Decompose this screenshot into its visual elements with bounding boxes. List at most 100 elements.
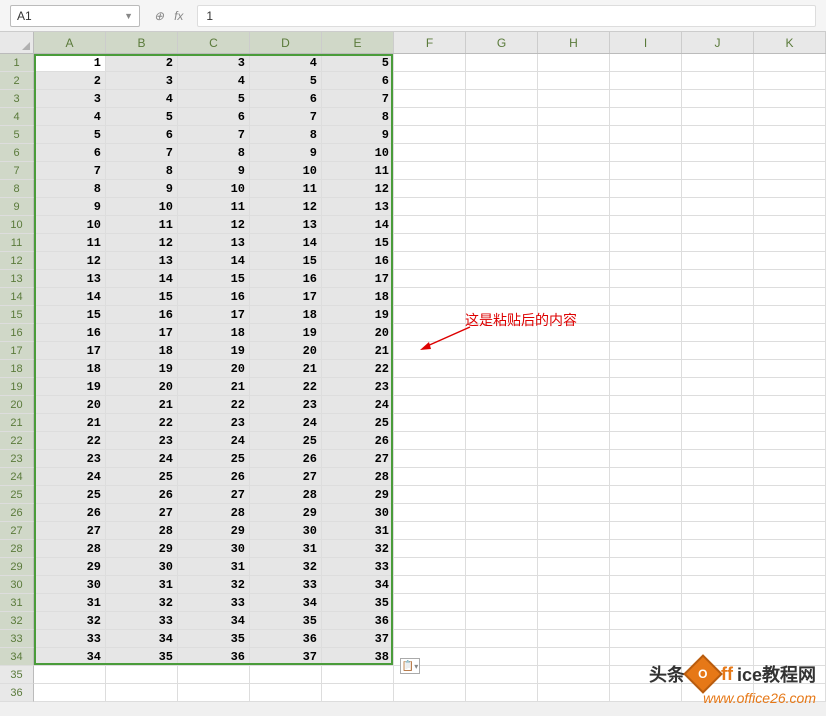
cell[interactable]: 6 <box>34 144 106 162</box>
cell[interactable] <box>682 450 754 468</box>
cell[interactable]: 21 <box>178 378 250 396</box>
cell[interactable] <box>466 270 538 288</box>
cell[interactable] <box>394 540 466 558</box>
cell[interactable] <box>682 90 754 108</box>
cell[interactable] <box>610 432 682 450</box>
cell[interactable] <box>538 252 610 270</box>
cell[interactable]: 36 <box>250 630 322 648</box>
cell[interactable]: 17 <box>250 288 322 306</box>
cell[interactable]: 30 <box>178 540 250 558</box>
cell[interactable] <box>610 234 682 252</box>
cell[interactable]: 12 <box>250 198 322 216</box>
cell[interactable]: 10 <box>178 180 250 198</box>
cell[interactable] <box>754 216 826 234</box>
cell[interactable]: 38 <box>322 648 394 666</box>
row-header[interactable]: 10 <box>0 216 34 234</box>
cell[interactable]: 33 <box>34 630 106 648</box>
cell[interactable] <box>682 396 754 414</box>
cell[interactable]: 3 <box>34 90 106 108</box>
cell[interactable] <box>610 144 682 162</box>
cell[interactable] <box>754 378 826 396</box>
cell[interactable] <box>754 594 826 612</box>
cell[interactable]: 13 <box>34 270 106 288</box>
cell[interactable] <box>466 522 538 540</box>
cell[interactable]: 22 <box>34 432 106 450</box>
cell[interactable]: 32 <box>322 540 394 558</box>
cell[interactable] <box>538 72 610 90</box>
cell[interactable]: 28 <box>250 486 322 504</box>
cell[interactable]: 25 <box>250 432 322 450</box>
cell[interactable]: 26 <box>322 432 394 450</box>
column-header[interactable]: C <box>178 32 250 53</box>
cell[interactable]: 11 <box>322 162 394 180</box>
cell[interactable] <box>538 486 610 504</box>
column-header[interactable]: E <box>322 32 394 53</box>
select-all-corner[interactable] <box>0 32 34 53</box>
cell[interactable] <box>394 144 466 162</box>
row-header[interactable]: 29 <box>0 558 34 576</box>
cell[interactable] <box>682 126 754 144</box>
cell[interactable] <box>682 72 754 90</box>
cell[interactable] <box>466 90 538 108</box>
cell[interactable] <box>610 396 682 414</box>
cell[interactable]: 4 <box>178 72 250 90</box>
cell[interactable]: 31 <box>106 576 178 594</box>
cell[interactable] <box>754 558 826 576</box>
cell[interactable] <box>538 612 610 630</box>
cell[interactable]: 27 <box>250 468 322 486</box>
cell[interactable] <box>538 90 610 108</box>
cell[interactable] <box>682 504 754 522</box>
row-header[interactable]: 36 <box>0 684 34 702</box>
row-header[interactable]: 32 <box>0 612 34 630</box>
cell[interactable] <box>682 162 754 180</box>
row-header[interactable]: 8 <box>0 180 34 198</box>
cell[interactable] <box>538 558 610 576</box>
cell[interactable] <box>610 288 682 306</box>
cell[interactable] <box>538 522 610 540</box>
cell[interactable]: 5 <box>34 126 106 144</box>
cell[interactable]: 37 <box>250 648 322 666</box>
cell[interactable] <box>466 432 538 450</box>
cell[interactable] <box>538 576 610 594</box>
cell[interactable] <box>754 342 826 360</box>
column-header[interactable]: I <box>610 32 682 53</box>
cell[interactable]: 2 <box>106 54 178 72</box>
cell[interactable]: 30 <box>250 522 322 540</box>
cell[interactable] <box>394 216 466 234</box>
cell[interactable]: 19 <box>106 360 178 378</box>
cell[interactable] <box>682 324 754 342</box>
cell[interactable] <box>538 432 610 450</box>
cell[interactable] <box>394 288 466 306</box>
cell[interactable]: 28 <box>34 540 106 558</box>
cell[interactable] <box>538 684 610 702</box>
cell[interactable]: 8 <box>178 144 250 162</box>
cell[interactable] <box>322 684 394 702</box>
cell-grid[interactable]: 1234523456345674567856789678910789101189… <box>34 54 826 702</box>
cell[interactable] <box>682 378 754 396</box>
cell[interactable] <box>754 612 826 630</box>
cell[interactable] <box>466 198 538 216</box>
row-header[interactable]: 21 <box>0 414 34 432</box>
cell[interactable] <box>322 666 394 684</box>
cell[interactable]: 19 <box>250 324 322 342</box>
cell[interactable] <box>610 522 682 540</box>
cell[interactable] <box>754 576 826 594</box>
cell[interactable]: 20 <box>34 396 106 414</box>
column-header[interactable]: B <box>106 32 178 53</box>
cell[interactable]: 31 <box>178 558 250 576</box>
cell[interactable] <box>682 144 754 162</box>
cell[interactable] <box>610 540 682 558</box>
cell[interactable]: 19 <box>34 378 106 396</box>
cell[interactable]: 33 <box>106 612 178 630</box>
cell[interactable] <box>394 90 466 108</box>
cell[interactable] <box>106 666 178 684</box>
cell[interactable] <box>178 684 250 702</box>
cell[interactable]: 20 <box>178 360 250 378</box>
cell[interactable]: 28 <box>322 468 394 486</box>
row-header[interactable]: 22 <box>0 432 34 450</box>
cell[interactable]: 15 <box>178 270 250 288</box>
cell[interactable]: 23 <box>106 432 178 450</box>
row-header[interactable]: 17 <box>0 342 34 360</box>
row-header[interactable]: 1 <box>0 54 34 72</box>
cell[interactable] <box>538 630 610 648</box>
